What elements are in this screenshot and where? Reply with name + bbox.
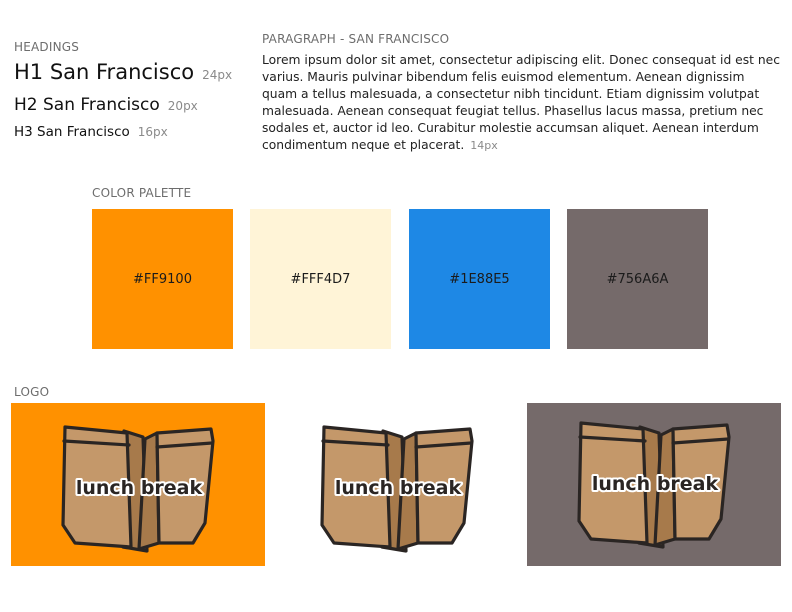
logo-panel-gray: lunch break [527, 403, 781, 566]
heading-sample-h2-text: H2 San Francisco [14, 95, 160, 115]
color-swatch-cream: #FFF4D7 [250, 209, 391, 349]
heading-sample-h1: H1 San Francisco 24px [14, 60, 232, 84]
color-swatch-gray: #756A6A [567, 209, 708, 349]
logo-white: lunch break [320, 425, 474, 553]
color-swatch-blue-label: #1E88E5 [449, 271, 510, 287]
color-swatch-orange-label: #FF9100 [133, 271, 192, 287]
logo-wordmark: lunch break [335, 477, 462, 499]
color-swatch-cream-label: #FFF4D7 [290, 271, 351, 287]
heading-sample-h1-text: H1 San Francisco [14, 60, 195, 84]
logo-orange: lunch break [61, 425, 215, 553]
paragraph-sample-size: 14px [470, 138, 498, 152]
paragraph-sample-text: Lorem ipsum dolor sit amet, consectetur … [262, 53, 780, 152]
heading-sample-h2-size: 20px [167, 99, 198, 113]
color-swatch-blue: #1E88E5 [409, 209, 550, 349]
logo-section-label: LOGO [14, 385, 50, 399]
logo-gray: lunch break [577, 421, 731, 549]
heading-sample-h2: H2 San Francisco 20px [14, 95, 198, 115]
palette-section-label: COLOR PALETTE [92, 186, 192, 200]
paragraph-section-label: PARAGRAPH - SAN FRANCISCO [262, 32, 450, 46]
logo-wordmark: lunch break [592, 473, 719, 495]
heading-sample-h3-size: 16px [137, 125, 168, 139]
color-swatch-orange: #FF9100 [92, 209, 233, 349]
logo-wordmark: lunch break [76, 477, 203, 499]
color-swatch-gray-label: #756A6A [606, 271, 669, 287]
paragraph-sample: Lorem ipsum dolor sit amet, consectetur … [262, 52, 782, 154]
headings-section-label: HEADINGS [14, 40, 80, 54]
heading-sample-h3-text: H3 San Francisco [14, 124, 130, 140]
heading-sample-h3: H3 San Francisco 16px [14, 124, 168, 140]
heading-sample-h1-size: 24px [202, 68, 233, 82]
logo-panel-orange: lunch break [11, 403, 265, 566]
logo-panel-white: lunch break [270, 403, 524, 566]
